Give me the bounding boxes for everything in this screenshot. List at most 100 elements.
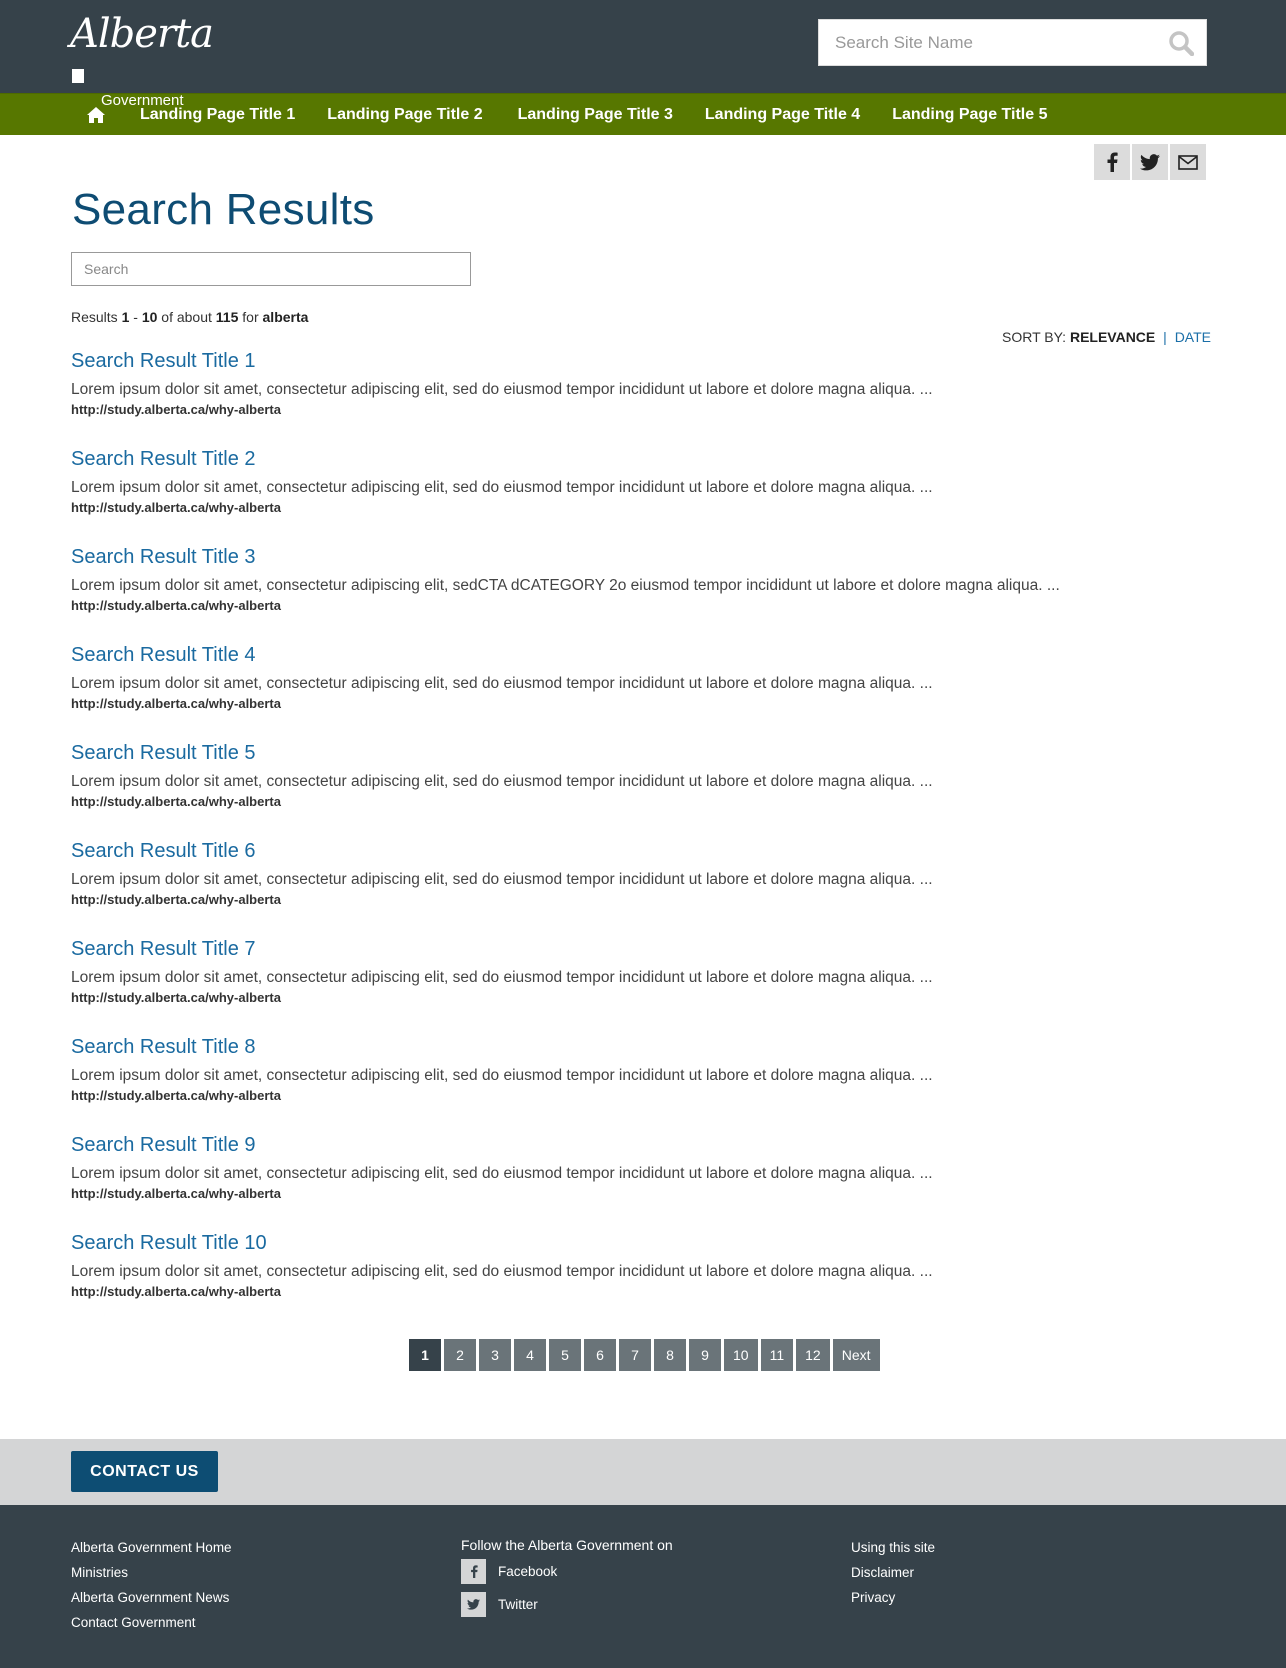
share-buttons xyxy=(1094,144,1206,180)
result-title-link[interactable]: Search Result Title 2 xyxy=(71,446,1221,472)
result-title-link[interactable]: Search Result Title 7 xyxy=(71,936,1221,962)
result-item: Search Result Title 6 Lorem ipsum dolor … xyxy=(71,838,1221,936)
footer-link-ministries[interactable]: Ministries xyxy=(71,1560,232,1585)
footer-links-col1: Alberta Government Home Ministries Alber… xyxy=(71,1535,232,1635)
twitter-share-button[interactable] xyxy=(1132,144,1168,180)
summary-prefix: Results xyxy=(71,309,118,325)
result-description: Lorem ipsum dolor sit amet, consectetur … xyxy=(71,871,933,888)
sort-relevance[interactable]: RELEVANCE xyxy=(1070,329,1155,345)
email-share-button[interactable] xyxy=(1170,144,1206,180)
page-button[interactable]: 4 xyxy=(514,1339,546,1371)
contact-us-button[interactable]: CONTACT US xyxy=(71,1451,218,1492)
page-button[interactable]: 7 xyxy=(619,1339,651,1371)
result-item: Search Result Title 5 Lorem ipsum dolor … xyxy=(71,740,1221,838)
page-button[interactable]: 11 xyxy=(760,1339,794,1371)
site-search-input[interactable] xyxy=(819,20,1149,65)
footer-link-contact[interactable]: Contact Government xyxy=(71,1610,232,1635)
follow-label: Follow the Alberta Government on xyxy=(461,1537,673,1553)
results-list: Search Result Title 1 Lorem ipsum dolor … xyxy=(71,348,1221,1328)
result-url: http://study.alberta.ca/why-alberta xyxy=(71,696,281,711)
page-title: Search Results xyxy=(72,185,375,234)
facebook-label: Facebook xyxy=(498,1564,558,1579)
footer-facebook-link[interactable]: Facebook xyxy=(461,1559,673,1584)
result-url: http://study.alberta.ca/why-alberta xyxy=(71,1088,281,1103)
search-icon[interactable] xyxy=(1168,30,1195,57)
footer-twitter-link[interactable]: Twitter xyxy=(461,1592,673,1617)
summary-of-about: of about xyxy=(161,309,212,325)
result-item: Search Result Title 2 Lorem ipsum dolor … xyxy=(71,446,1221,544)
logo-script: Alberta xyxy=(70,14,220,94)
alberta-logo[interactable]: Alberta Government xyxy=(70,14,220,109)
result-url: http://study.alberta.ca/why-alberta xyxy=(71,1186,281,1201)
summary-dash: - xyxy=(133,309,138,325)
result-item: Search Result Title 9 Lorem ipsum dolor … xyxy=(71,1132,1221,1230)
page-button[interactable]: 3 xyxy=(479,1339,511,1371)
summary-for: for xyxy=(242,309,259,325)
result-title-link[interactable]: Search Result Title 9 xyxy=(71,1132,1221,1158)
summary-total: 115 xyxy=(215,309,239,325)
result-item: Search Result Title 1 Lorem ipsum dolor … xyxy=(71,348,1221,446)
footer-link-privacy[interactable]: Privacy xyxy=(851,1585,935,1610)
page-button[interactable]: 9 xyxy=(689,1339,721,1371)
result-description: Lorem ipsum dolor sit amet, consectetur … xyxy=(71,675,933,692)
site-search-box xyxy=(818,19,1207,66)
twitter-icon xyxy=(461,1592,486,1617)
result-url: http://study.alberta.ca/why-alberta xyxy=(71,598,281,613)
result-item: Search Result Title 10 Lorem ipsum dolor… xyxy=(71,1230,1221,1328)
pagination: 1 2 3 4 5 6 7 8 9 10 11 12 Next xyxy=(409,1339,880,1371)
result-url: http://study.alberta.ca/why-alberta xyxy=(71,794,281,809)
page-button[interactable]: 8 xyxy=(654,1339,686,1371)
summary-query: alberta xyxy=(262,309,309,325)
result-item: Search Result Title 4 Lorem ipsum dolor … xyxy=(71,642,1221,740)
site-header: Alberta Government xyxy=(0,0,1286,109)
summary-from: 1 xyxy=(121,309,130,325)
result-item: Search Result Title 8 Lorem ipsum dolor … xyxy=(71,1034,1221,1132)
result-description: Lorem ipsum dolor sit amet, consectetur … xyxy=(71,381,933,398)
footer-link-using-site[interactable]: Using this site xyxy=(851,1535,935,1560)
twitter-icon xyxy=(1140,153,1160,170)
facebook-icon xyxy=(1107,152,1118,172)
result-title-link[interactable]: Search Result Title 8 xyxy=(71,1034,1221,1060)
result-url: http://study.alberta.ca/why-alberta xyxy=(71,892,281,907)
page-button[interactable]: 2 xyxy=(444,1339,476,1371)
result-url: http://study.alberta.ca/why-alberta xyxy=(71,500,281,515)
footer-link-home[interactable]: Alberta Government Home xyxy=(71,1535,232,1560)
sort-date-link[interactable]: DATE xyxy=(1175,329,1211,345)
facebook-share-button[interactable] xyxy=(1094,144,1130,180)
footer-link-news[interactable]: Alberta Government News xyxy=(71,1585,232,1610)
site-footer: Alberta Government Home Ministries Alber… xyxy=(0,1505,1286,1668)
result-description: Lorem ipsum dolor sit amet, consectetur … xyxy=(71,577,1060,594)
result-description: Lorem ipsum dolor sit amet, consectetur … xyxy=(71,1165,933,1182)
page-button[interactable]: 5 xyxy=(549,1339,581,1371)
page-button-current[interactable]: 1 xyxy=(409,1339,441,1371)
result-item: Search Result Title 3 Lorem ipsum dolor … xyxy=(71,544,1221,642)
page-search-box xyxy=(71,252,471,286)
result-title-link[interactable]: Search Result Title 1 xyxy=(71,348,1221,374)
result-title-link[interactable]: Search Result Title 6 xyxy=(71,838,1221,864)
page-button[interactable]: 6 xyxy=(584,1339,616,1371)
result-title-link[interactable]: Search Result Title 10 xyxy=(71,1230,1221,1256)
logo-subtitle: Government xyxy=(101,92,184,109)
result-description: Lorem ipsum dolor sit amet, consectetur … xyxy=(71,1067,933,1084)
contact-band: CONTACT US xyxy=(0,1439,1286,1505)
result-title-link[interactable]: Search Result Title 3 xyxy=(71,544,1221,570)
results-summary: Results 1 - 10 of about 115 for alberta xyxy=(71,309,308,325)
nav-item-landing-2[interactable]: Landing Page Title 2 xyxy=(327,106,482,124)
nav-item-landing-4[interactable]: Landing Page Title 4 xyxy=(705,106,860,124)
result-url: http://study.alberta.ca/why-alberta xyxy=(71,1284,281,1299)
nav-item-landing-5[interactable]: Landing Page Title 5 xyxy=(892,106,1047,124)
result-url: http://study.alberta.ca/why-alberta xyxy=(71,990,281,1005)
result-title-link[interactable]: Search Result Title 4 xyxy=(71,642,1221,668)
page-button[interactable]: 12 xyxy=(796,1339,830,1371)
result-title-link[interactable]: Search Result Title 5 xyxy=(71,740,1221,766)
footer-link-disclaimer[interactable]: Disclaimer xyxy=(851,1560,935,1585)
envelope-icon xyxy=(1178,154,1198,170)
result-item: Search Result Title 7 Lorem ipsum dolor … xyxy=(71,936,1221,1034)
twitter-label: Twitter xyxy=(498,1597,538,1612)
result-url: http://study.alberta.ca/why-alberta xyxy=(71,402,281,417)
page-search-input[interactable] xyxy=(72,253,470,285)
page-button[interactable]: 10 xyxy=(724,1339,758,1371)
next-page-button[interactable]: Next xyxy=(832,1339,880,1371)
summary-to: 10 xyxy=(141,309,158,325)
nav-item-landing-3[interactable]: Landing Page Title 3 xyxy=(518,106,673,124)
